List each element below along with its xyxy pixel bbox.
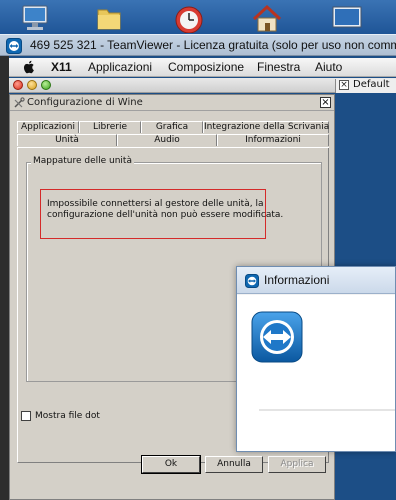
tab-audio[interactable]: Audio bbox=[117, 134, 217, 146]
info-progress-bar bbox=[259, 409, 395, 411]
wine-close-button[interactable]: × bbox=[320, 97, 331, 108]
teamviewer-logo-icon bbox=[245, 274, 259, 288]
desktop-icon-strip bbox=[0, 0, 396, 34]
wine-tools-icon bbox=[14, 97, 25, 108]
error-line-1: Impossibile connettersi al gestore delle… bbox=[47, 199, 264, 209]
close-icon[interactable]: × bbox=[339, 80, 349, 90]
teamviewer-titlebar: 469 525 321 - TeamViewer - Licenza gratu… bbox=[0, 34, 396, 56]
wine-dialog-title: Configurazione di Wine bbox=[27, 97, 143, 108]
screen-icon[interactable] bbox=[330, 3, 364, 33]
zoom-window-button[interactable] bbox=[41, 80, 51, 90]
tab-librerie[interactable]: Librerie bbox=[79, 121, 141, 133]
menu-aiuto[interactable]: Aiuto bbox=[315, 60, 342, 74]
error-line-2: configurazione dell'unità non può essere… bbox=[47, 210, 284, 220]
apple-icon[interactable] bbox=[23, 60, 36, 74]
minimize-window-button[interactable] bbox=[27, 80, 37, 90]
teamviewer-info-dialog: Informazioni bbox=[236, 266, 396, 452]
default-label: Default bbox=[353, 79, 390, 90]
show-dot-files-label: Mostra file dot bbox=[35, 411, 100, 421]
mac-menubar: X11 Applicazioni Composizione Finestra A… bbox=[9, 58, 396, 77]
close-window-button[interactable] bbox=[13, 80, 23, 90]
tab-informazioni[interactable]: Informazioni bbox=[217, 134, 329, 146]
group-label: Mappature delle unità bbox=[31, 156, 134, 166]
remote-desktop-edge bbox=[0, 56, 9, 500]
apply-button[interactable]: Applica bbox=[268, 456, 326, 473]
info-body bbox=[237, 295, 395, 451]
home-icon[interactable] bbox=[250, 3, 284, 33]
tab-unita[interactable]: Unità bbox=[17, 134, 117, 146]
error-message-box: Impossibile connettersi al gestore delle… bbox=[40, 189, 283, 239]
tab-applicazioni[interactable]: Applicazioni bbox=[17, 121, 79, 133]
tab-integrazione-scrivania[interactable]: Integrazione della Scrivania bbox=[203, 121, 329, 133]
menu-composizione[interactable]: Composizione bbox=[168, 60, 244, 74]
folder-icon[interactable] bbox=[92, 3, 126, 33]
monitor-icon[interactable] bbox=[18, 3, 52, 33]
info-titlebar: Informazioni bbox=[237, 267, 395, 294]
tab-grafica[interactable]: Grafica bbox=[141, 121, 203, 133]
cancel-button[interactable]: Annulla bbox=[205, 456, 263, 473]
menu-x11[interactable]: X11 bbox=[51, 60, 72, 74]
teamviewer-logo-icon bbox=[6, 38, 22, 54]
teamviewer-title: 469 525 321 - TeamViewer - Licenza gratu… bbox=[30, 38, 396, 52]
clock-icon[interactable] bbox=[172, 3, 206, 33]
wine-titlebar: Configurazione di Wine × bbox=[10, 95, 334, 111]
show-dot-files-checkbox[interactable] bbox=[21, 411, 31, 421]
menu-finestra[interactable]: Finestra bbox=[257, 60, 300, 74]
menu-applicazioni[interactable]: Applicazioni bbox=[88, 60, 152, 74]
ok-button[interactable]: Ok bbox=[142, 456, 200, 473]
teamviewer-large-logo-icon bbox=[251, 311, 303, 363]
default-window-tab[interactable]: × Default bbox=[335, 79, 396, 93]
info-dialog-title: Informazioni bbox=[264, 273, 330, 287]
